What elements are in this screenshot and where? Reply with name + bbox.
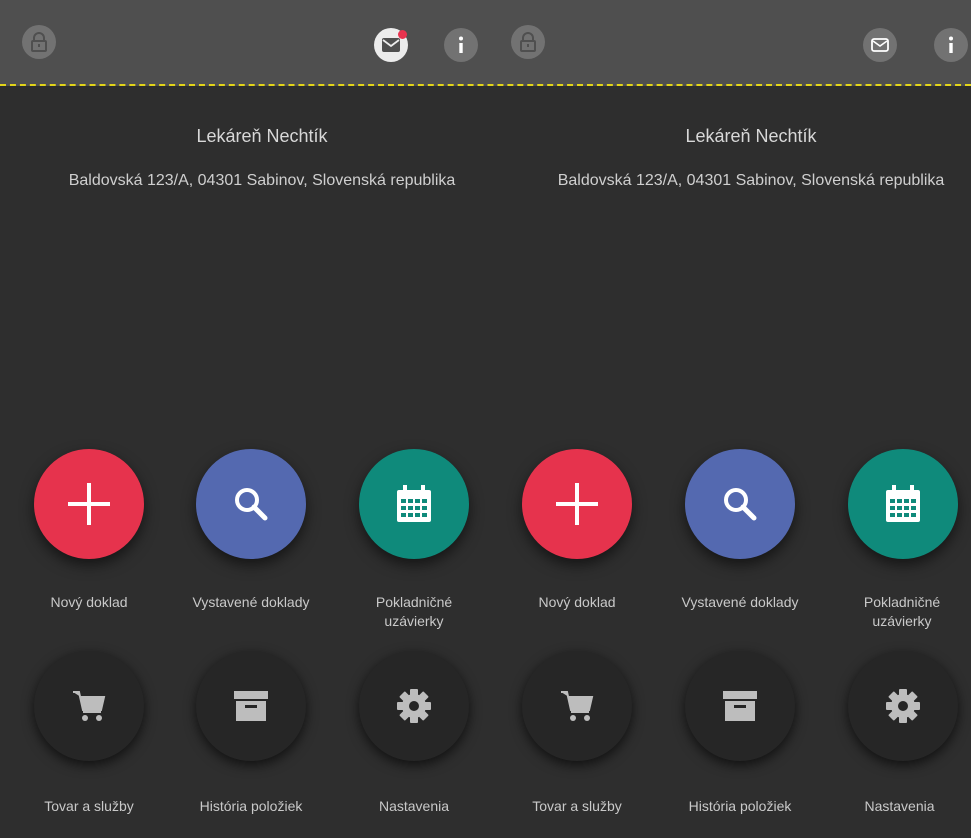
goods-services-button[interactable] (522, 651, 632, 761)
tile-label: História položiek (199, 798, 303, 814)
lock-icon[interactable] (22, 25, 56, 59)
top-bar (0, 0, 971, 86)
info-icon[interactable] (444, 28, 478, 62)
tile-label: Vystavené doklady (192, 594, 310, 610)
issued-receipts-button[interactable] (196, 449, 306, 559)
archive-icon (234, 691, 268, 721)
cart-icon (73, 691, 106, 721)
top-bar-divider (0, 84, 971, 86)
settings-button[interactable] (359, 651, 469, 761)
goods-services-button[interactable] (34, 651, 144, 761)
plus-icon (68, 483, 110, 525)
gear-icon (886, 689, 920, 723)
mail-icon[interactable] (374, 28, 408, 62)
lock-icon[interactable] (511, 25, 545, 59)
notification-badge (398, 30, 407, 39)
store-address: Baldovská 123/A, 04301 Sabinov, Slovensk… (557, 172, 945, 189)
settings-button[interactable] (848, 651, 958, 761)
tile-label: Pokladničné uzávierky (375, 594, 453, 629)
plus-icon (556, 483, 598, 525)
tile-label: Nastavenia (378, 798, 450, 814)
item-history-button[interactable] (685, 651, 795, 761)
mail-icon[interactable] (863, 28, 897, 62)
new-receipt-button[interactable] (34, 449, 144, 559)
tile-label: Nový doklad (50, 594, 128, 610)
item-history-button[interactable] (196, 651, 306, 761)
store-name: Lekáreň Nechtík (196, 126, 328, 146)
search-icon (724, 488, 757, 521)
tile-label: Tovar a služby (532, 798, 622, 814)
tile-label: Tovar a služby (44, 798, 134, 814)
new-receipt-button[interactable] (522, 449, 632, 559)
search-icon (235, 488, 268, 521)
info-icon[interactable] (934, 28, 968, 62)
cash-closings-button[interactable] (848, 449, 958, 559)
calendar-icon (886, 485, 920, 522)
cash-closings-button[interactable] (359, 449, 469, 559)
calendar-icon (397, 485, 431, 522)
cart-icon (561, 691, 594, 721)
tile-label: Pokladničné uzávierky (863, 594, 941, 629)
tile-label: Nový doklad (538, 594, 616, 610)
store-name: Lekáreň Nechtík (685, 126, 817, 146)
store-address: Baldovská 123/A, 04301 Sabinov, Slovensk… (68, 172, 456, 189)
archive-icon (723, 691, 757, 721)
gear-icon (397, 689, 431, 723)
tile-label: Nastavenia (864, 798, 935, 814)
tile-label: Vystavené doklady (681, 594, 799, 610)
tile-label: História položiek (688, 798, 792, 814)
issued-receipts-button[interactable] (685, 449, 795, 559)
